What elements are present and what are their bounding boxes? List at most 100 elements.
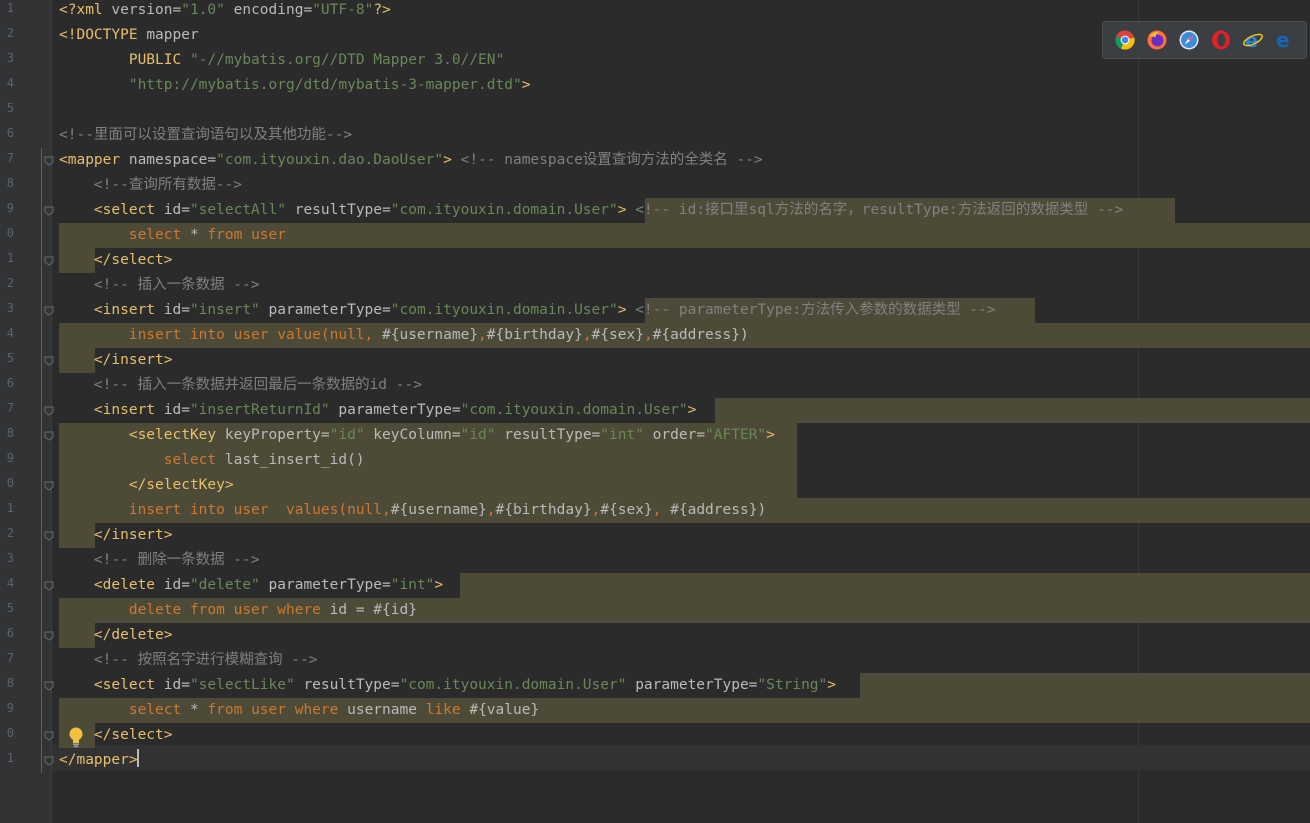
code-line[interactable]: select * from user xyxy=(59,223,286,248)
fold-marker-icon[interactable] xyxy=(44,406,54,416)
code-line[interactable]: <delete id="delete" parameterType="int"> xyxy=(59,573,443,598)
code-token: </insert> xyxy=(59,352,173,368)
code-token: #{address}) xyxy=(670,502,767,518)
code-token: id= xyxy=(155,577,190,593)
code-line[interactable]: <!-- 按照名字进行模糊查询 --> xyxy=(59,648,318,673)
code-line[interactable]: <selectKey keyProperty="id" keyColumn="i… xyxy=(59,423,775,448)
code-token: id = #{id} xyxy=(329,602,417,618)
fold-marker-icon[interactable] xyxy=(44,581,54,591)
code-line[interactable]: <!DOCTYPE mapper xyxy=(59,23,199,48)
fold-marker-icon[interactable] xyxy=(44,156,54,166)
code-token: #{sex} xyxy=(591,327,644,343)
code-token: resultType= xyxy=(495,427,601,443)
code-line[interactable]: select * from user where username like #… xyxy=(59,698,539,723)
code-line[interactable]: </insert> xyxy=(59,523,173,548)
code-token: > xyxy=(687,402,697,418)
code-editor[interactable]: <?xml version="1.0" encoding="UTF-8"?> <!… xyxy=(0,0,1310,823)
code-token: delete from user where xyxy=(59,602,330,618)
code-token: resultType= xyxy=(294,677,400,693)
code-token: order= xyxy=(643,427,706,443)
code-line[interactable]: </select> xyxy=(59,248,173,273)
code-token: null, xyxy=(329,327,383,343)
code-line[interactable]: delete from user where id = #{id} xyxy=(59,598,417,623)
code-line[interactable]: </mapper> xyxy=(59,748,138,773)
code-token: "UTF-8" xyxy=(312,2,374,18)
code-token: <!-- 按照名字进行模糊查询 --> xyxy=(59,652,318,668)
code-token: <!-- 插入一条数据并返回最后一条数据的id --> xyxy=(59,377,422,393)
safari-icon[interactable] xyxy=(1179,30,1199,50)
code-token: parameterType= xyxy=(329,402,461,418)
fold-marker-icon[interactable] xyxy=(44,206,54,216)
edge-icon[interactable]: e xyxy=(1275,30,1295,50)
fold-marker-icon[interactable] xyxy=(44,481,54,491)
code-line[interactable]: <select id="selectLike" resultType="com.… xyxy=(59,673,836,698)
code-line[interactable]: <select id="selectAll" resultType="com.i… xyxy=(59,198,1123,223)
fold-marker-icon[interactable] xyxy=(44,631,54,641)
code-token: "com.ityouxin.domain.User" xyxy=(390,202,618,218)
code-token: parameterType= xyxy=(259,577,391,593)
fold-guide xyxy=(41,148,42,773)
opera-icon[interactable] xyxy=(1211,30,1231,50)
code-token: ?> xyxy=(373,2,391,18)
code-token: #{username} xyxy=(390,502,487,518)
code-line[interactable]: <!-- 删除一条数据 --> xyxy=(59,548,260,573)
code-token: from xyxy=(207,227,252,243)
text-cursor xyxy=(137,749,139,767)
code-line[interactable]: <?xml version="1.0" encoding="UTF-8"?> xyxy=(59,0,391,23)
ie-icon[interactable]: e xyxy=(1243,30,1263,50)
code-token: #{username} xyxy=(382,327,479,343)
code-token: <insert xyxy=(59,302,156,318)
code-token: user xyxy=(251,227,286,243)
fold-marker-icon[interactable] xyxy=(44,681,54,691)
code-line[interactable]: <mapper namespace="com.ityouxin.dao.DaoU… xyxy=(59,148,763,173)
code-line[interactable]: </delete> xyxy=(59,623,173,648)
code-token: <!DOCTYPE xyxy=(59,27,147,43)
code-line[interactable]: <insert id="insertReturnId" parameterTyp… xyxy=(59,398,696,423)
code-token: <mapper xyxy=(59,152,121,168)
code-token: "com.ityouxin.domain.User" xyxy=(399,677,627,693)
code-token: , xyxy=(591,502,601,518)
code-token: "com.ityouxin.dao.DaoUser" xyxy=(216,152,444,168)
code-token: <delete xyxy=(59,577,156,593)
code-line[interactable]: PUBLIC "-//mybatis.org//DTD Mapper 3.0//… xyxy=(59,48,504,73)
code-line[interactable]: select last_insert_id() xyxy=(59,448,365,473)
code-token: <!-- namespace设置查询方法的全类名 --> xyxy=(451,152,763,168)
code-token: "1.0" xyxy=(181,2,225,18)
code-line[interactable]: <!-- 插入一条数据 --> xyxy=(59,273,260,298)
code-token: <select xyxy=(59,677,156,693)
code-line[interactable]: "http://mybatis.org/dtd/mybatis-3-mapper… xyxy=(59,73,531,98)
code-token: <select xyxy=(59,202,156,218)
code-token: <!-- 插入一条数据 --> xyxy=(59,277,260,293)
code-token: , xyxy=(582,327,592,343)
code-line[interactable]: </selectKey> xyxy=(59,473,234,498)
fold-marker-icon[interactable] xyxy=(44,306,54,316)
code-token: last_insert_id() xyxy=(224,452,365,468)
code-line[interactable]: <!--里面可以设置查询语句以及其他功能--> xyxy=(59,123,352,148)
code-line[interactable]: insert into user values(null,#{username}… xyxy=(59,498,766,523)
chrome-icon[interactable] xyxy=(1115,30,1135,50)
fold-marker-icon[interactable] xyxy=(44,431,54,441)
fold-marker-icon[interactable] xyxy=(44,731,54,741)
code-line[interactable]: <!--查询所有数据--> xyxy=(59,173,242,198)
code-token: "id" xyxy=(329,427,365,443)
code-line[interactable]: <!-- 插入一条数据并返回最后一条数据的id --> xyxy=(59,373,422,398)
code-token: > xyxy=(443,152,452,168)
code-line[interactable]: <insert id="insert" parameterType="com.i… xyxy=(59,298,996,323)
code-token: #{birthday} xyxy=(486,327,583,343)
fold-marker-icon[interactable] xyxy=(44,256,54,266)
fold-marker-icon[interactable] xyxy=(44,531,54,541)
code-token: "selectLike" xyxy=(189,677,295,693)
code-token: * xyxy=(189,702,208,718)
code-token: namespace= xyxy=(120,152,217,168)
firefox-icon[interactable] xyxy=(1147,30,1167,50)
lightbulb-icon[interactable] xyxy=(67,726,85,748)
code-token: id= xyxy=(155,302,190,318)
code-token: id= xyxy=(155,202,190,218)
code-line[interactable]: insert into user value(null, #{username}… xyxy=(59,323,749,348)
fold-marker-icon[interactable] xyxy=(44,356,54,366)
code-line[interactable]: </insert> xyxy=(59,348,173,373)
fold-marker-icon[interactable] xyxy=(44,756,54,766)
browser-preview-bar: e e xyxy=(1102,21,1307,59)
code-token: insert into user value( xyxy=(59,327,330,343)
code-token: id= xyxy=(155,677,190,693)
